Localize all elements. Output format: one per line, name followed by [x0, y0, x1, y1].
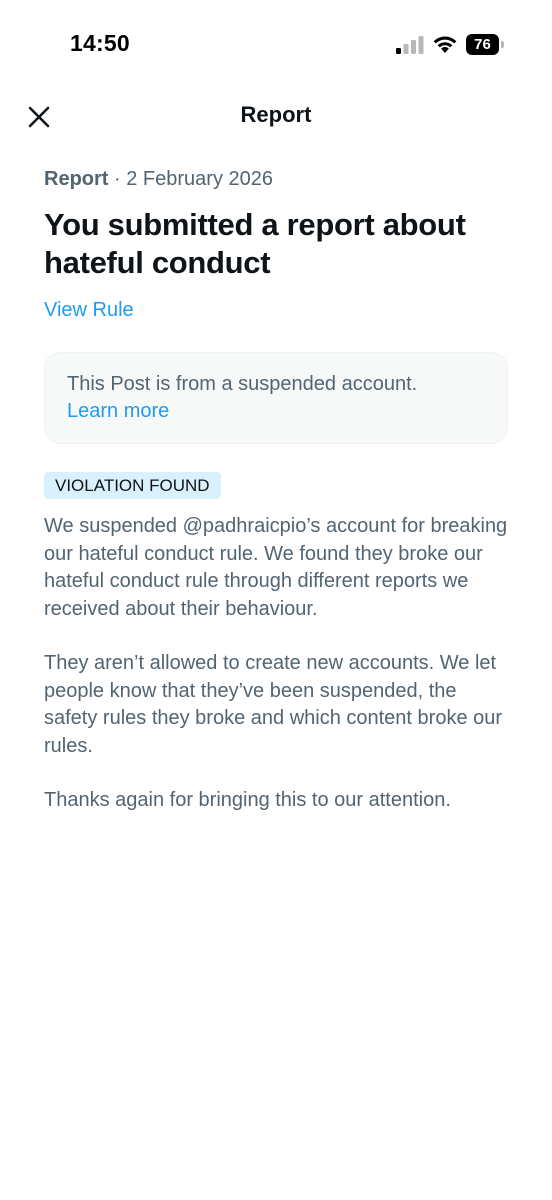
status-bar: 14:50 76: [0, 0, 552, 90]
battery-level: 76: [474, 36, 491, 53]
report-date: 2 February 2026: [126, 168, 273, 190]
body-paragraph-1: We suspended @padhraicpio’s account for …: [44, 515, 508, 620]
meta-separator: ·: [108, 168, 127, 190]
report-meta: Report · 2 February 2026: [44, 164, 510, 194]
cellular-signal-icon: [396, 36, 424, 54]
battery-cap: [501, 41, 504, 48]
report-meta-label: Report: [44, 168, 109, 190]
status-time: 14:50: [70, 30, 130, 56]
body-paragraph-3: Thanks again for bringing this to our at…: [44, 789, 451, 811]
violation-found-badge: VIOLATION FOUND: [44, 472, 221, 499]
header: Report: [0, 92, 552, 140]
learn-more-link[interactable]: Learn more: [67, 400, 169, 422]
body-paragraph-2: They aren’t allowed to create new accoun…: [44, 652, 503, 757]
notice-text: This Post is from a suspended account.: [67, 373, 418, 395]
report-headline: You submitted a report about hateful con…: [44, 207, 466, 280]
battery-icon: 76: [466, 34, 506, 55]
wifi-icon: [433, 36, 457, 53]
report-content: Report · 2 February 2026 You submitted a…: [44, 164, 510, 815]
view-rule-link[interactable]: View Rule: [44, 296, 134, 324]
suspended-account-notice: This Post is from a suspended account. L…: [44, 352, 508, 444]
page-title: Report: [240, 102, 312, 127]
